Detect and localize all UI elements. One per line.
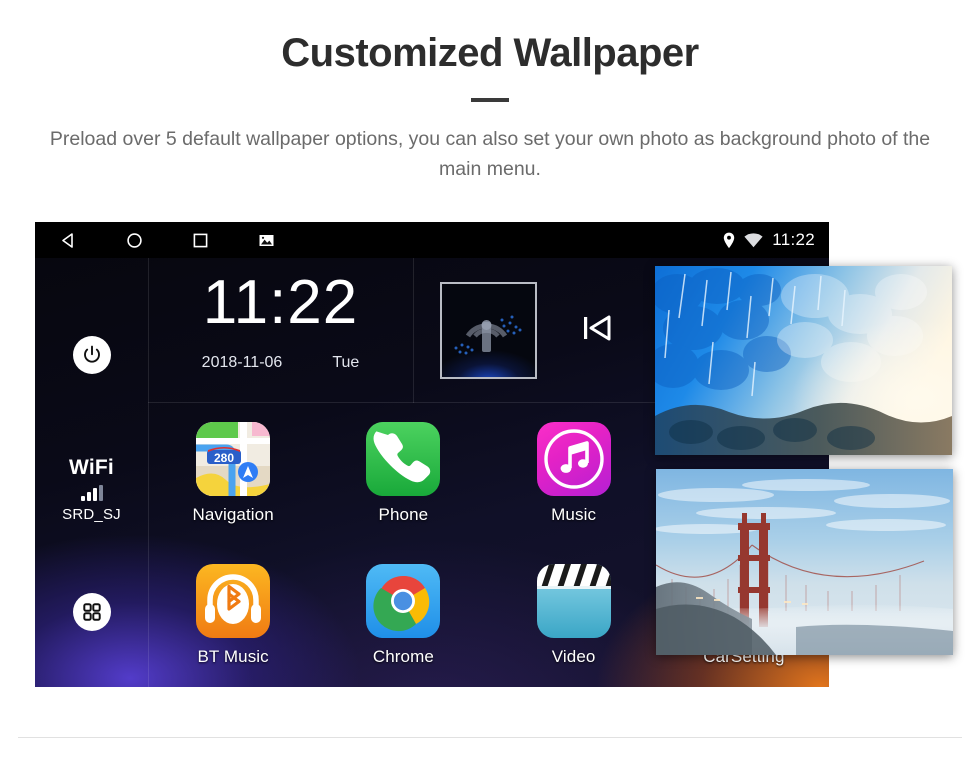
svg-text:280: 280 [214,451,234,465]
location-pin-icon [724,232,735,248]
power-button[interactable] [72,336,111,374]
clock-time: 11:22 [202,268,359,337]
music-icon-art [543,429,604,489]
wifi-icon [744,232,763,247]
music-note-icon [536,421,611,496]
app-label: Chrome [372,647,434,667]
video-icon-art [536,564,611,590]
app-label: Music [551,504,597,524]
app-phone[interactable]: Phone [318,402,488,545]
maps-icon: 280 [196,421,271,496]
wifi-signal-bars-icon [62,485,121,501]
status-bar-time: 11:22 [772,230,815,249]
clapperboard-icon [536,564,611,639]
back-icon [61,232,73,248]
phone-icon [366,421,441,496]
maps-icon-art: 280 [196,421,271,496]
bluetooth-headphones-icon [196,564,271,639]
bottom-divider [18,737,962,738]
home-button[interactable] [101,222,167,258]
home-icon [126,232,142,248]
wifi-status[interactable]: WiFi SRD_SJ [62,456,121,523]
screenshot-button[interactable] [233,222,299,258]
phone-icon-art [373,431,431,483]
chrome-icon [366,564,441,639]
page-subtitle: Preload over 5 default wallpaper options… [49,128,931,181]
app-navigation[interactable]: 280 Navigation [148,402,318,545]
clock-weekday: Tue [332,354,360,371]
power-icon [83,345,100,363]
app-music[interactable]: Music [489,402,659,545]
screenshot-icon [259,234,273,246]
app-label: BT Music [197,647,269,667]
app-chrome[interactable]: Chrome [318,545,488,688]
previous-track-button[interactable] [581,313,615,348]
previous-track-icon [584,315,611,340]
recents-button[interactable] [167,222,233,258]
clock-date: 2018-11-06 [201,354,283,371]
bt-music-icon-art [205,574,262,625]
wifi-label: WiFi [69,456,114,479]
apps-grid-icon [82,603,101,621]
navigation-buttons [35,222,299,258]
title-divider [471,98,509,102]
android-status-bar: 11:22 [35,222,829,258]
all-apps-button[interactable] [72,593,111,631]
chrome-icon-art [373,576,430,632]
app-bt-music[interactable]: BT Music [148,545,318,688]
clock-date-row: 2018-11-06 Tue [148,354,413,372]
golden-gate-bridge-wallpaper[interactable] [656,469,953,655]
app-label: Navigation [192,504,274,524]
wifi-ssid: SRD_SJ [62,506,121,523]
radio-tower-icon [454,315,522,354]
app-video[interactable]: Video [489,545,659,688]
app-label: Video [551,647,596,667]
status-bar-indicators: 11:22 [723,222,815,258]
album-art [440,281,537,379]
ice-cave-wallpaper[interactable] [655,266,952,455]
page-title: Customized Wallpaper [281,31,699,75]
app-label: Phone [378,504,429,524]
left-sidebar: WiFi SRD_SJ [35,258,149,687]
page-header: Customized Wallpaper Preload over 5 defa… [0,0,980,184]
ice-cave-wallpaper-art [655,266,952,455]
recents-icon [193,233,207,247]
bridge-wallpaper-art [656,469,953,655]
clock-widget[interactable]: 11:22 2018-11-06 Tue [148,258,414,403]
back-button[interactable] [35,222,101,258]
